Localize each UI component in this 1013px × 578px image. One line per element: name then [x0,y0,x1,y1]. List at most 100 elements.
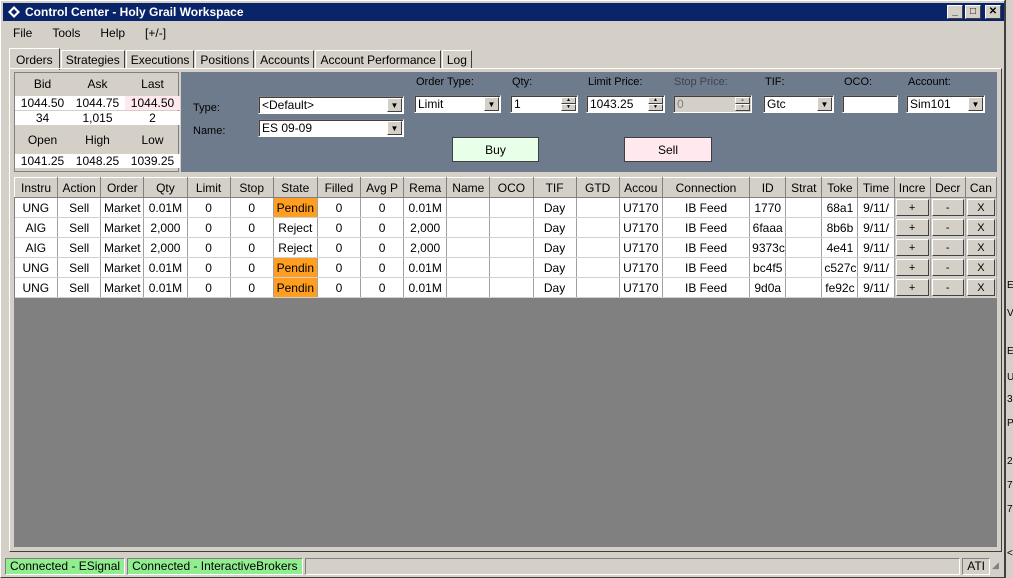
chevron-down-icon[interactable]: ▼ [387,98,402,112]
column-header-tif[interactable]: TIF [532,177,577,198]
column-header-order-type[interactable]: Order [100,177,145,198]
spin-down-icon[interactable]: ▼ [648,104,663,111]
increase-button[interactable]: + [895,219,929,236]
increase-button[interactable]: + [895,279,929,296]
column-header-id[interactable]: ID [749,177,787,198]
column-header-name[interactable]: Name [446,177,491,198]
cell-gtd [576,257,620,278]
column-header-time[interactable]: Time [857,177,895,198]
chevron-down-icon[interactable]: ▼ [484,97,499,111]
column-header-token[interactable]: Toke [821,177,859,198]
menu-help[interactable]: Help [90,26,135,40]
ask-price: 1044.75 [75,96,120,110]
close-icon[interactable]: ✕ [985,5,1001,19]
tab-account-performance[interactable]: Account Performance [315,50,441,69]
minimize-icon[interactable]: _ [947,5,963,19]
cell-account: U7170 [619,217,663,238]
cell-oco [489,217,534,238]
column-header-cancel[interactable]: Can [964,177,998,198]
column-header-increase[interactable]: Incre [893,177,931,198]
tab-executions[interactable]: Executions [125,50,195,69]
increase-button[interactable]: + [895,239,929,256]
tab-positions[interactable]: Positions [195,50,255,69]
buy-button[interactable]: Buy [452,137,539,162]
background-window-fragment: < [1007,548,1013,559]
stop-price-label: Stop Price: [674,76,728,88]
table-row[interactable]: AIG Sell Market 2,000 0 0 Reject 0 0 2,000 Day U717… [14,217,998,238]
cancel-button[interactable]: X [966,199,995,216]
oco-input[interactable] [842,95,898,113]
decrease-button[interactable]: - [931,219,964,236]
column-header-gtd[interactable]: GTD [575,177,620,198]
decrease-button[interactable]: - [931,279,964,296]
column-header-action[interactable]: Action [57,177,102,198]
column-header-qty[interactable]: Qty [143,177,188,198]
tif-dropdown[interactable]: Gtc ▼ [763,95,834,113]
column-header-connection[interactable]: Connection [661,177,751,198]
type-dropdown[interactable]: <Default> ▼ [258,96,404,114]
background-window-fragment: 3 [1007,394,1013,405]
cancel-button[interactable]: X [966,239,995,256]
decrease-button[interactable]: - [931,239,964,256]
title-bar[interactable]: Control Center - Holy Grail Workspace _ … [3,3,1004,21]
cancel-button[interactable]: X [966,279,995,296]
quote-header-row: Bid Ask Last [15,73,180,95]
cell-filled: 0 [317,217,362,238]
chevron-down-icon[interactable]: ▼ [387,121,402,135]
table-row[interactable]: UNG Sell Market 0.01M 0 0 Pendin 0 0 0.01M Day U717… [14,277,998,298]
tab-orders[interactable]: Orders [9,48,60,70]
tab-log[interactable]: Log [441,50,472,69]
menu-tools[interactable]: Tools [42,26,90,40]
column-header-remaining[interactable]: Rema [403,177,448,198]
tab-accounts[interactable]: Accounts [255,50,315,69]
column-header-instrument[interactable]: Instru [13,177,59,198]
decrease-button[interactable]: - [931,199,964,216]
order-type-dropdown[interactable]: Limit ▼ [414,95,501,113]
spin-down-icon[interactable]: ▼ [561,104,576,111]
column-header-state[interactable]: State [272,177,318,198]
window-title: Control Center - Holy Grail Workspace [25,5,244,19]
quote-size-row: 34 1,015 2 [15,111,180,125]
resize-grip-icon[interactable]: ◢ [992,560,1004,572]
maximize-icon[interactable]: □ [965,5,981,19]
cell-cancel: X [965,237,998,258]
cell-time: 9/11/ [857,277,895,298]
increase-button[interactable]: + [895,199,929,216]
account-dropdown[interactable]: Sim101 ▼ [906,95,985,113]
tab-strip: Orders Strategies Executions Positions A… [9,48,473,70]
column-header-oco[interactable]: OCO [489,177,534,198]
menu-file[interactable]: File [3,26,42,40]
column-header-filled[interactable]: Filled [316,177,362,198]
cell-gtd [576,237,620,258]
open-header: Open [27,133,58,147]
chevron-down-icon[interactable]: ▼ [968,97,983,111]
qty-stepper[interactable]: 1 ▲ ▼ [510,95,578,113]
spin-up-icon[interactable]: ▲ [561,97,576,104]
cancel-button[interactable]: X [966,219,995,236]
column-header-strategy[interactable]: Strat [785,177,823,198]
column-header-account[interactable]: Accou [618,177,663,198]
cell-state: Reject [273,217,318,238]
column-header-limit[interactable]: Limit [186,177,231,198]
cell-limit: 0 [187,257,231,278]
high-header: High [85,133,110,147]
cell-filled: 0 [317,197,362,218]
cell-state: Reject [273,237,318,258]
menu-expand-toggle[interactable]: [+/-] [135,26,176,40]
cell-oco [489,197,534,218]
chevron-down-icon[interactable]: ▼ [817,97,832,111]
column-header-stop[interactable]: Stop [229,177,274,198]
spin-up-icon[interactable]: ▲ [648,97,663,104]
table-row[interactable]: UNG Sell Market 0.01M 0 0 Pendin 0 0 0.01M Day U717… [14,257,998,278]
column-header-decrease[interactable]: Decr [929,177,966,198]
increase-button[interactable]: + [895,259,929,276]
tab-strategies[interactable]: Strategies [60,50,125,69]
decrease-button[interactable]: - [931,259,964,276]
instrument-name-dropdown[interactable]: ES 09-09 ▼ [258,119,404,137]
limit-price-stepper[interactable]: 1043.25 ▲ ▼ [586,95,665,113]
cancel-button[interactable]: X [966,259,995,276]
sell-button[interactable]: Sell [624,137,712,162]
column-header-avg-price[interactable]: Avg P [359,177,405,198]
table-row[interactable]: AIG Sell Market 2,000 0 0 Reject 0 0 2,000 Day U717… [14,237,998,258]
table-row[interactable]: UNG Sell Market 0.01M 0 0 Pendin 0 0 0.01M Day U717… [14,197,998,218]
